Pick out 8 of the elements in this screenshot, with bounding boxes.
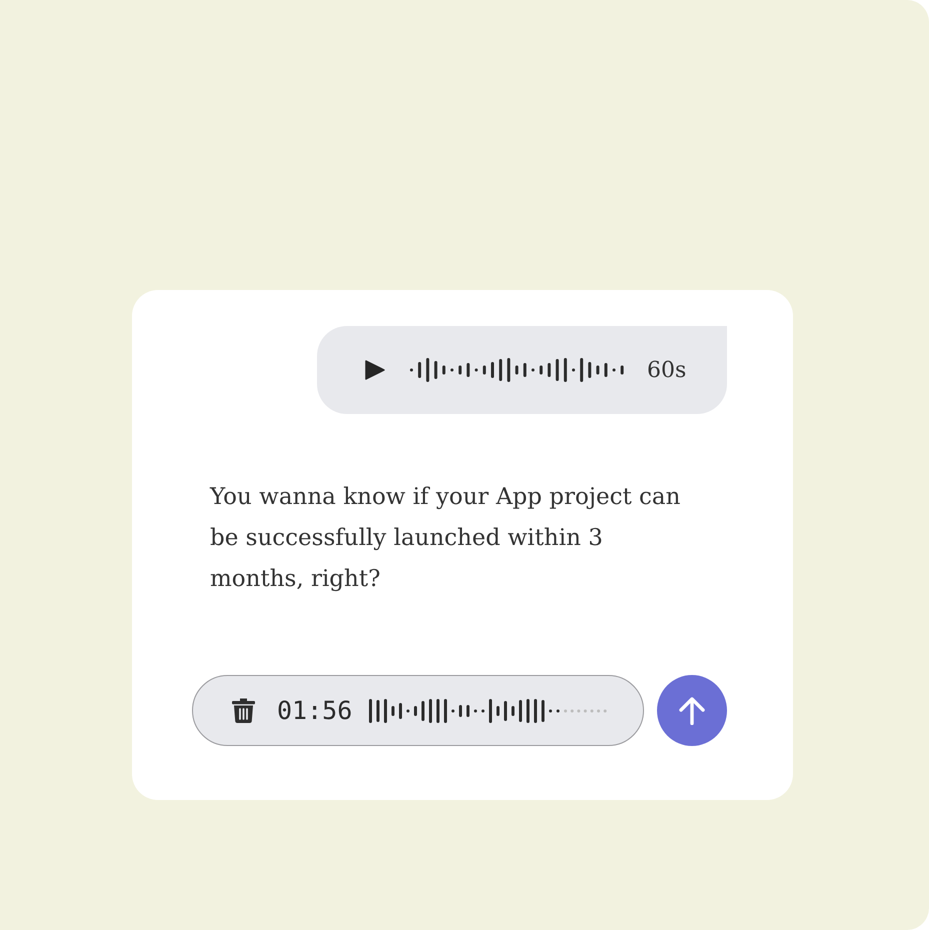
message-text: You wanna know if your App project can be successfully launched within 3 months, right? [210, 483, 682, 594]
play-button[interactable] [365, 360, 385, 380]
arrow-up-icon [678, 696, 705, 724]
duration-label: 60s [647, 358, 686, 382]
recording-timer: 01:56 [277, 696, 352, 725]
play-icon [365, 360, 385, 380]
trash-icon [232, 698, 255, 723]
delete-button[interactable] [232, 698, 255, 723]
